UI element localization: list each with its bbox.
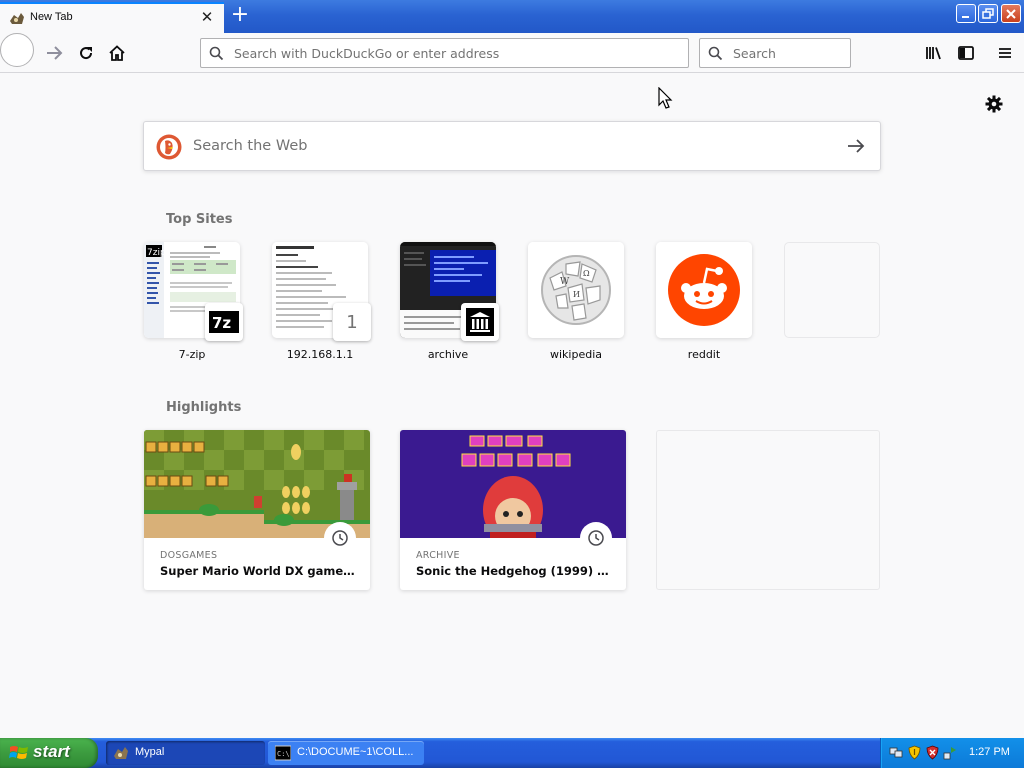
top-site-empty-slot [784, 242, 880, 338]
new-tab-page: Top Sites 7zip 7z 7-zip [0, 74, 1024, 738]
top-site-label: reddit [687, 348, 721, 361]
tab-strip: New Tab ✕ + [0, 0, 1024, 33]
web-search-box[interactable] [143, 121, 881, 171]
address-bar[interactable] [200, 38, 689, 68]
svg-text:И: И [573, 290, 580, 299]
taskbar-item-label: C:\DOCUME~1\COLL... [297, 746, 414, 758]
start-button[interactable]: start [0, 738, 98, 768]
navigation-toolbar [0, 33, 1024, 73]
top-sites-heading: Top Sites [166, 212, 233, 227]
home-button[interactable] [101, 37, 133, 69]
tab-new-tab[interactable]: New Tab ✕ [0, 2, 224, 33]
security-shield-icon[interactable] [907, 745, 922, 760]
address-input[interactable] [232, 39, 682, 67]
search-bar[interactable] [699, 38, 851, 68]
taskbar-item-mypal[interactable]: Mypal [106, 741, 265, 765]
windows-logo-icon [9, 746, 28, 759]
router-badge-icon: 1 [333, 303, 371, 341]
card-context: DOSGAMES [160, 550, 218, 561]
window-close-button[interactable] [1001, 4, 1021, 23]
library-icon [926, 47, 941, 60]
search-icon [708, 46, 723, 61]
sidebar-button[interactable] [950, 37, 982, 69]
svg-text:W: W [560, 277, 570, 287]
web-search-input[interactable] [191, 122, 831, 170]
site-thumbnail[interactable]: W Ω И [528, 242, 624, 338]
taskbar-item-command-prompt[interactable]: C:\ C:\DOCUME~1\COLL... [268, 741, 424, 765]
forward-arrow-icon [47, 46, 63, 60]
system-tray: 1:27 PM [880, 738, 1024, 768]
tab-close-icon[interactable]: ✕ [199, 9, 215, 25]
window-restore-button[interactable] [978, 4, 998, 23]
taskbar: start Mypal C:\ C:\DOCUME~1\COLL... 1:27… [0, 738, 1024, 768]
highlight-card-sonic[interactable]: ARCHIVE Sonic the Hedgehog (1999) (MS-DO… [400, 430, 626, 590]
reload-icon [80, 47, 93, 60]
tab-title: New Tab [30, 11, 73, 23]
security-alert-icon[interactable] [925, 745, 940, 760]
card-title: Super Mario World DX game at DOSGames [160, 564, 356, 578]
card-clock-badge [580, 522, 612, 554]
clock-icon [332, 530, 348, 546]
search-input[interactable] [731, 39, 846, 67]
card-clock-badge [324, 522, 356, 554]
highlights-heading: Highlights [166, 400, 242, 415]
highlight-card-mario[interactable]: DOSGAMES Super Mario World DX game at DO… [144, 430, 370, 590]
card-title: Sonic the Hedgehog (1999) (MS-DOS) [416, 564, 612, 578]
card-context: ARCHIVE [416, 550, 460, 561]
mouse-cursor-icon [658, 87, 673, 109]
back-button[interactable] [0, 33, 519, 67]
menu-button[interactable] [989, 37, 1021, 69]
library-button[interactable] [918, 37, 950, 69]
archive-badge-icon [461, 303, 499, 341]
svg-text:Ω: Ω [583, 269, 590, 278]
taskbar-item-label: Mypal [135, 746, 165, 758]
highlight-card-empty-slot [656, 430, 880, 590]
home-icon [109, 45, 125, 61]
wikipedia-globe-icon: W Ω И [528, 242, 624, 338]
new-tab-plus-icon[interactable]: + [229, 4, 251, 28]
svg-text:C:\: C:\ [277, 750, 290, 758]
mypal-favicon-icon [9, 11, 25, 25]
arrow-right-icon[interactable] [846, 137, 866, 155]
network-icon[interactable] [889, 745, 904, 760]
reddit-logo-icon [656, 242, 752, 338]
forward-button[interactable] [38, 37, 70, 69]
svg-text:7zip: 7zip [147, 248, 166, 258]
search-icon [209, 46, 224, 61]
clock-icon [588, 530, 604, 546]
top-site-label: 192.168.1.1 [286, 348, 354, 361]
command-prompt-icon: C:\ [275, 745, 291, 761]
start-label: start [33, 742, 70, 761]
top-site-label: wikipedia [549, 348, 602, 361]
7zip-badge-icon: 7z [205, 303, 243, 341]
svg-text:7z: 7z [212, 314, 231, 332]
volume-icon[interactable] [943, 745, 958, 760]
window-minimize-button[interactable] [956, 4, 976, 23]
site-badge-letter: 1 [346, 311, 358, 333]
reload-button[interactable] [70, 37, 102, 69]
hamburger-menu-icon [999, 48, 1011, 58]
top-site-label: archive [427, 348, 469, 361]
duckduckgo-logo-icon [156, 134, 182, 160]
sidebar-icon [958, 46, 974, 60]
site-thumbnail[interactable] [656, 242, 752, 338]
top-site-label: 7-zip [178, 348, 206, 361]
clock[interactable]: 1:27 PM [969, 746, 1010, 758]
gear-icon[interactable] [984, 94, 1004, 114]
mypal-icon [114, 747, 128, 759]
